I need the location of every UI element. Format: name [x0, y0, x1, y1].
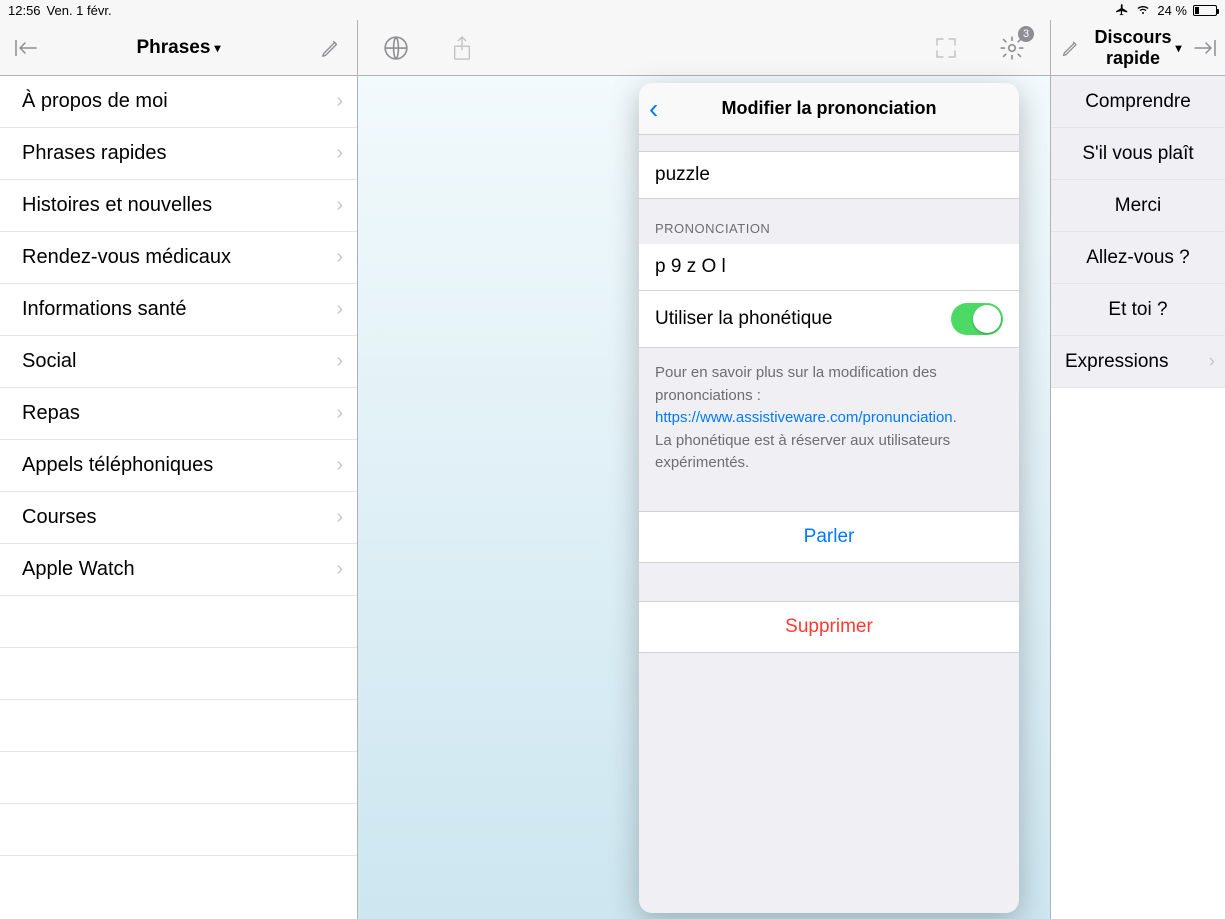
- list-item-label: Allez-vous ?: [1086, 247, 1190, 269]
- use-phonetic-toggle[interactable]: [951, 303, 1003, 335]
- right-panel-title[interactable]: Discours rapide ▾: [1094, 27, 1181, 69]
- list-item[interactable]: Merci: [1051, 180, 1225, 232]
- help-suffix: .: [953, 409, 957, 426]
- list-item[interactable]: Repas ›: [0, 388, 357, 440]
- status-bar: 12:56 Ven. 1 févr. 24 %: [0, 0, 1225, 20]
- list-empty-row: [0, 752, 357, 804]
- collapse-left-icon[interactable]: [8, 30, 44, 66]
- right-panel: Discours rapide ▾ Comprendre S'il vous p…: [1050, 20, 1225, 919]
- list-empty-row: [0, 700, 357, 752]
- list-item[interactable]: Rendez-vous médicaux ›: [0, 232, 357, 284]
- chevron-right-icon: ›: [336, 350, 343, 373]
- list-item-label: S'il vous plaît: [1082, 143, 1193, 165]
- chevron-right-icon: ›: [336, 246, 343, 269]
- edit-icon[interactable]: [1055, 30, 1086, 66]
- list-item-label: Merci: [1115, 195, 1161, 217]
- chevron-right-icon: ›: [336, 454, 343, 477]
- list-item-label: Repas: [22, 402, 80, 425]
- list-item[interactable]: Appels téléphoniques ›: [0, 440, 357, 492]
- list-item[interactable]: Comprendre: [1051, 76, 1225, 128]
- edit-pronunciation-popover: ‹ Modifier la prononciation PRONONCIATIO…: [639, 83, 1019, 913]
- status-time: 12:56: [8, 3, 41, 18]
- popover-header: ‹ Modifier la prononciation: [639, 83, 1019, 135]
- left-panel: Phrases ▾ À propos de moi › Phrases rapid…: [0, 20, 358, 919]
- chevron-right-icon: ›: [336, 142, 343, 165]
- left-title-label: Phrases: [137, 37, 211, 59]
- battery-icon: [1193, 5, 1217, 16]
- list-item[interactable]: À propos de moi ›: [0, 76, 357, 128]
- list-item[interactable]: Allez-vous ?: [1051, 232, 1225, 284]
- list-item-label: Expressions: [1065, 351, 1169, 373]
- caret-down-icon: ▾: [1176, 41, 1182, 55]
- left-list: À propos de moi › Phrases rapides › Histoi…: [0, 76, 357, 919]
- collapse-right-icon[interactable]: [1190, 30, 1221, 66]
- caret-down-icon: ▾: [214, 41, 220, 55]
- status-date: Ven. 1 févr.: [47, 3, 112, 18]
- list-empty-row: [0, 648, 357, 700]
- wifi-icon: [1135, 4, 1151, 16]
- left-panel-header: Phrases ▾: [0, 20, 357, 76]
- list-item[interactable]: Social ›: [0, 336, 357, 388]
- list-item[interactable]: S'il vous plaît: [1051, 128, 1225, 180]
- back-button[interactable]: ‹: [649, 93, 679, 125]
- left-panel-title[interactable]: Phrases ▾: [52, 37, 305, 59]
- chevron-right-icon: ›: [336, 298, 343, 321]
- list-empty-row: [0, 804, 357, 856]
- list-item[interactable]: Apple Watch ›: [0, 544, 357, 596]
- popover-body: PRONONCIATION Utiliser la phonétique Pou…: [639, 135, 1019, 913]
- list-item-label: Rendez-vous médicaux: [22, 246, 231, 269]
- chevron-right-icon: ›: [336, 558, 343, 581]
- list-item[interactable]: Histoires et nouvelles ›: [0, 180, 357, 232]
- chevron-right-icon: ›: [336, 194, 343, 217]
- list-item-label: Social: [22, 350, 76, 373]
- gear-badge: 3: [1018, 26, 1034, 42]
- help-link[interactable]: https://www.assistiveware.com/pronunciat…: [655, 409, 953, 426]
- list-item-label: Apple Watch: [22, 558, 135, 581]
- list-item[interactable]: Phrases rapides ›: [0, 128, 357, 180]
- list-item-label: À propos de moi: [22, 90, 168, 113]
- list-item-label: Courses: [22, 506, 96, 529]
- gear-icon[interactable]: 3: [994, 30, 1030, 66]
- help-text: Pour en savoir plus sur la modification …: [639, 348, 1019, 475]
- phonetic-input[interactable]: [655, 256, 1003, 278]
- list-item-label: Phrases rapides: [22, 142, 167, 165]
- phonetic-cell[interactable]: [639, 244, 1019, 291]
- popover-title: Modifier la prononciation: [679, 98, 1009, 119]
- chevron-right-icon: ›: [336, 506, 343, 529]
- airplane-mode-icon: [1115, 3, 1129, 17]
- delete-button[interactable]: Supprimer: [639, 601, 1019, 653]
- help-note: La phonétique est à réserver aux utilisa…: [655, 432, 950, 472]
- battery-percent: 24 %: [1157, 3, 1187, 18]
- list-item-label: Histoires et nouvelles: [22, 194, 212, 217]
- use-phonetic-cell: Utiliser la phonétique: [639, 291, 1019, 348]
- word-input[interactable]: [655, 164, 1003, 186]
- list-empty-row: [0, 596, 357, 648]
- chevron-right-icon: ›: [336, 90, 343, 113]
- right-list: Comprendre S'il vous plaît Merci Allez-v…: [1051, 76, 1225, 919]
- list-item[interactable]: Informations santé ›: [0, 284, 357, 336]
- chevron-right-icon: ›: [1209, 351, 1215, 373]
- middle-toolbar: 3: [358, 20, 1050, 76]
- fullscreen-icon[interactable]: [928, 30, 964, 66]
- right-panel-header: Discours rapide ▾: [1051, 20, 1225, 76]
- chevron-right-icon: ›: [336, 402, 343, 425]
- edit-icon[interactable]: [313, 30, 349, 66]
- list-item-label: Informations santé: [22, 298, 187, 321]
- list-item[interactable]: Courses ›: [0, 492, 357, 544]
- pronunciation-section-label: PRONONCIATION: [639, 199, 1019, 244]
- list-item-label: Et toi ?: [1108, 299, 1167, 321]
- use-phonetic-label: Utiliser la phonétique: [655, 308, 832, 330]
- list-item-label: Comprendre: [1085, 91, 1191, 113]
- right-title-label: Discours rapide: [1094, 27, 1171, 69]
- globe-icon[interactable]: [378, 30, 414, 66]
- list-item-expressions[interactable]: Expressions ›: [1051, 336, 1225, 388]
- share-icon[interactable]: [444, 30, 480, 66]
- help-prefix: Pour en savoir plus sur la modification …: [655, 364, 937, 404]
- list-item-label: Appels téléphoniques: [22, 454, 213, 477]
- word-cell[interactable]: [639, 151, 1019, 199]
- list-item[interactable]: Et toi ?: [1051, 284, 1225, 336]
- speak-button[interactable]: Parler: [639, 511, 1019, 563]
